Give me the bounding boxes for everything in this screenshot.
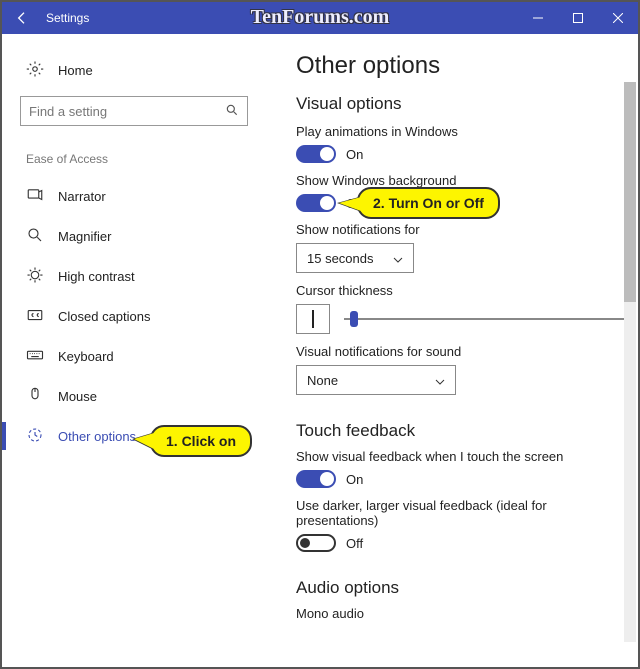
play-animations-state: On: [346, 147, 363, 162]
notifications-for-select[interactable]: 15 seconds: [296, 243, 414, 273]
darker-feedback-label: Use darker, larger visual feedback (idea…: [296, 498, 624, 528]
sidebar-item-magnifier[interactable]: Magnifier: [20, 216, 270, 256]
touch-feedback-state: On: [346, 472, 363, 487]
section-touch: Touch feedback: [296, 421, 624, 441]
annotation-callout-1: 1. Click on: [150, 425, 252, 457]
touch-feedback-label: Show visual feedback when I touch the sc…: [296, 449, 624, 464]
darker-feedback-state: Off: [346, 536, 363, 551]
play-animations-label: Play animations in Windows: [296, 124, 624, 139]
cursor-thickness-slider[interactable]: [344, 309, 624, 329]
cursor-thickness-label: Cursor thickness: [296, 283, 624, 298]
sidebar-item-label: Narrator: [58, 189, 106, 204]
chevron-down-icon: [435, 373, 445, 388]
mono-audio-label: Mono audio: [296, 606, 624, 621]
sidebar-item-mouse[interactable]: Mouse: [20, 376, 270, 416]
sidebar: Home Find a setting Ease of Access Narra…: [2, 34, 270, 667]
play-animations-toggle[interactable]: [296, 145, 336, 163]
chevron-down-icon: [393, 251, 403, 266]
sidebar-item-label: Closed captions: [58, 309, 151, 324]
maximize-button[interactable]: [558, 2, 598, 34]
sidebar-group: Ease of Access: [20, 152, 270, 166]
sidebar-item-label: Other options: [58, 429, 136, 444]
settings-window: Settings TenForums.com Home Find a setti…: [0, 0, 640, 669]
minimize-button[interactable]: [518, 2, 558, 34]
sidebar-item-label: Keyboard: [58, 349, 114, 364]
sidebar-home[interactable]: Home: [20, 52, 270, 88]
visual-notifications-label: Visual notifications for sound: [296, 344, 624, 359]
page-title: Other options: [296, 52, 624, 80]
keyboard-icon: [26, 346, 44, 367]
sidebar-item-label: High contrast: [58, 269, 135, 284]
search-input[interactable]: Find a setting: [20, 96, 248, 126]
section-audio: Audio options: [296, 578, 624, 598]
show-background-label: Show Windows background: [296, 173, 624, 188]
touch-feedback-toggle[interactable]: [296, 470, 336, 488]
visual-notifications-value: None: [307, 373, 338, 388]
contrast-icon: [26, 266, 44, 287]
magnifier-icon: [26, 226, 44, 247]
search-placeholder: Find a setting: [29, 104, 107, 119]
show-background-toggle[interactable]: [296, 194, 336, 212]
search-icon: [225, 103, 239, 120]
sidebar-item-narrator[interactable]: Narrator: [20, 176, 270, 216]
content-pane: Other options Visual options Play animat…: [270, 34, 638, 667]
scrollbar[interactable]: [624, 82, 636, 642]
sidebar-item-keyboard[interactable]: Keyboard: [20, 336, 270, 376]
window-title: Settings: [46, 11, 89, 25]
back-button[interactable]: [2, 2, 42, 34]
titlebar: Settings TenForums.com: [2, 2, 638, 34]
sidebar-item-closedcaptions[interactable]: Closed captions: [20, 296, 270, 336]
annotation-callout-2: 2. Turn On or Off: [357, 187, 500, 219]
notifications-for-value: 15 seconds: [307, 251, 374, 266]
notifications-for-label: Show notifications for: [296, 222, 624, 237]
sidebar-item-highcontrast[interactable]: High contrast: [20, 256, 270, 296]
sidebar-item-label: Mouse: [58, 389, 97, 404]
gear-icon: [26, 60, 44, 81]
narrator-icon: [26, 186, 44, 207]
other-icon: [26, 426, 44, 447]
close-button[interactable]: [598, 2, 638, 34]
darker-feedback-toggle[interactable]: [296, 534, 336, 552]
visual-notifications-select[interactable]: None: [296, 365, 456, 395]
section-visual: Visual options: [296, 94, 624, 114]
cursor-preview: [296, 304, 330, 334]
sidebar-home-label: Home: [58, 63, 93, 78]
mouse-icon: [26, 386, 44, 407]
sidebar-item-label: Magnifier: [58, 229, 111, 244]
cc-icon: [26, 306, 44, 327]
